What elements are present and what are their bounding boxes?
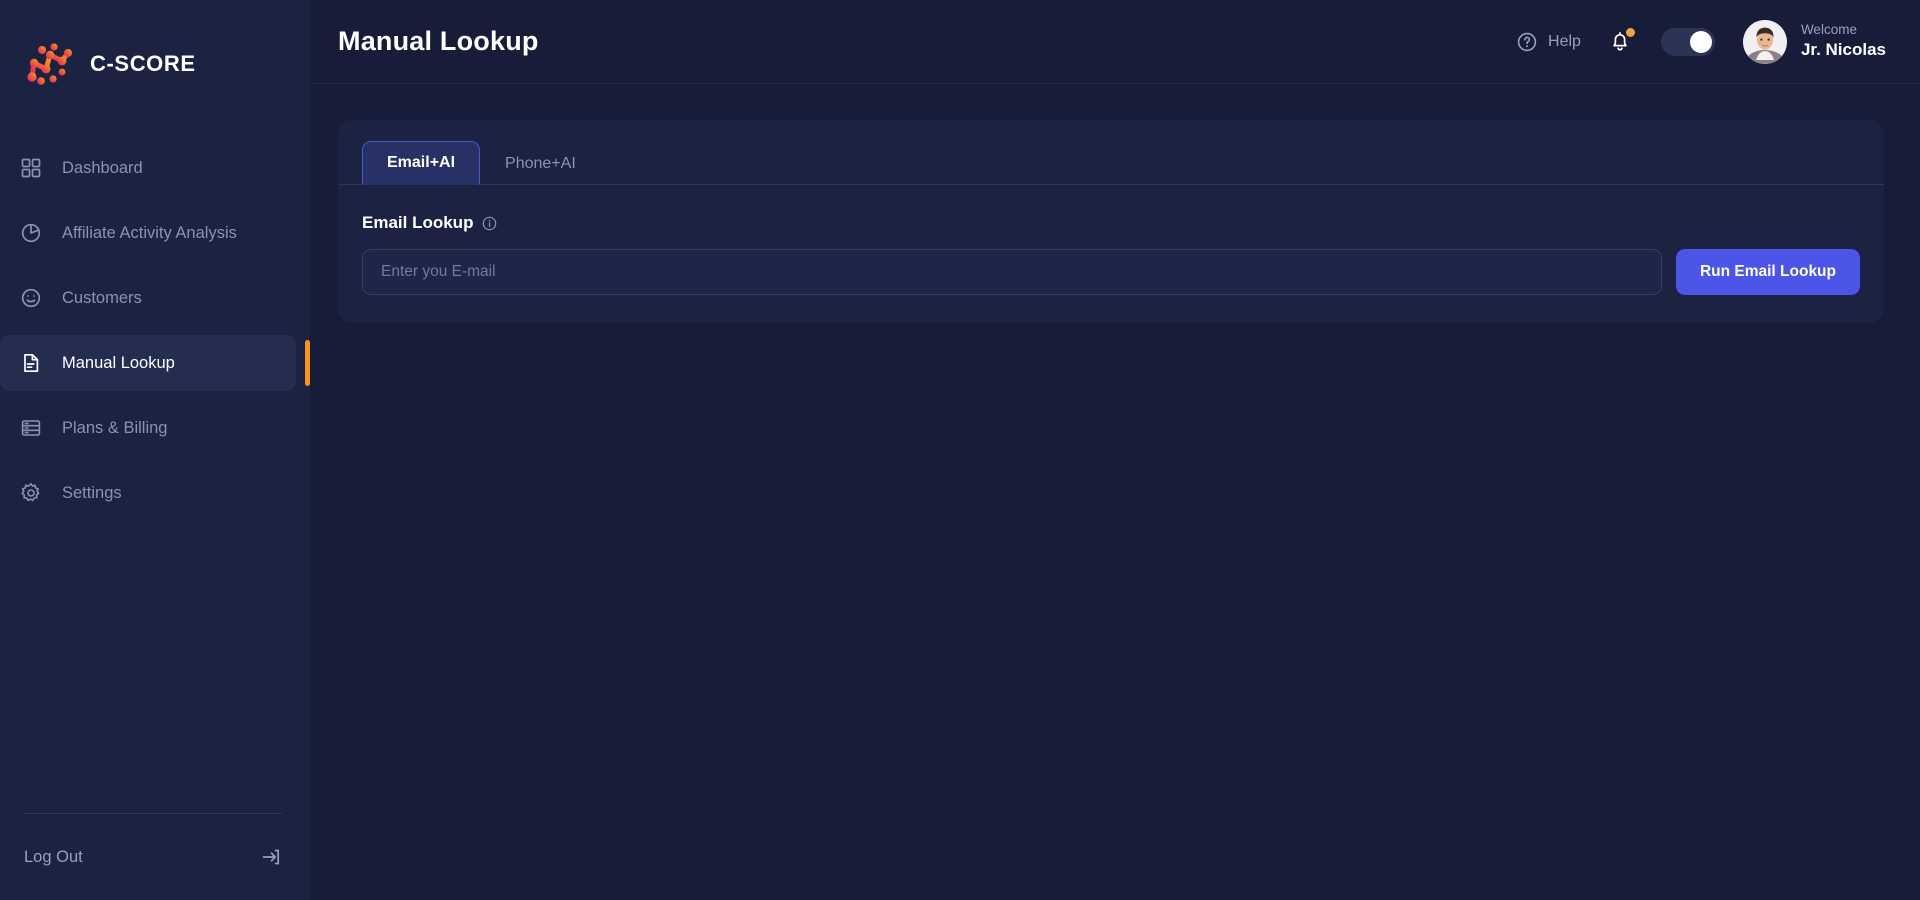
field-label-row: Email Lookup [338,185,1884,233]
notification-badge [1625,27,1635,37]
billing-card-icon [20,417,42,439]
sidebar-item-affiliate-activity-analysis[interactable]: Affiliate Activity Analysis [0,205,296,261]
brand[interactable]: C-SCORE [0,0,310,96]
sidebar-item-label: Affiliate Activity Analysis [62,223,237,242]
sidebar-item-label: Manual Lookup [62,353,175,372]
user-name: Jr. Nicolas [1800,40,1886,60]
gear-icon [20,482,42,504]
welcome-label: Welcome [1800,22,1857,38]
sidebar: C-SCORE Dashboard Affiliate Activity Ana… [0,0,310,900]
page-title: Manual Lookup [338,26,539,56]
info-circle-icon[interactable] [482,216,497,231]
sidebar-item-label: Customers [62,288,142,307]
help-label: Help [1548,32,1581,50]
logout-label: Log Out [24,847,83,866]
user-menu[interactable]: Welcome Jr. Nicolas [1742,19,1886,64]
sidebar-item-plans-and-billing[interactable]: Plans & Billing [0,400,296,456]
question-circle-icon [1516,31,1538,53]
content-area: Email+AI Phone+AI Email Lookup Enter you… [310,84,1920,900]
user-text: Welcome Jr. Nicolas [1801,22,1886,60]
notifications-button[interactable] [1609,27,1635,57]
logout-button[interactable]: Log Out [24,842,282,872]
network-nodes-logo-icon [24,41,76,87]
sidebar-item-label: Dashboard [62,158,143,177]
sidebar-item-label: Settings [62,483,122,502]
sidebar-item-dashboard[interactable]: Dashboard [0,140,296,196]
sidebar-item-customers[interactable]: Customers [0,270,296,326]
main-area: Manual Lookup Help Welcome Jr. Nicolas E… [310,0,1920,900]
lookup-card: Email+AI Phone+AI Email Lookup Enter you… [338,120,1884,323]
sidebar-item-label: Plans & Billing [62,418,168,437]
sidebar-footer: Log Out [0,813,310,872]
pie-chart-icon [20,222,42,244]
grid-icon [20,157,42,179]
sidebar-item-manual-lookup[interactable]: Manual Lookup [0,335,310,391]
topbar: Manual Lookup Help Welcome Jr. Nicolas [310,0,1920,84]
sidebar-divider [24,813,282,814]
tab-email-ai[interactable]: Email+AI [362,141,481,185]
sidebar-nav: Dashboard Affiliate Activity Analysis Cu… [0,140,310,530]
bell-icon [1609,31,1631,57]
email-input[interactable] [362,249,1662,295]
help-button[interactable]: Help [1516,31,1581,53]
document-icon [20,352,42,374]
tab-phone-ai[interactable]: Phone+AI [480,142,601,185]
app-root: C-SCORE Dashboard Affiliate Activity Ana… [0,0,1920,900]
run-email-lookup-button[interactable]: Run Email Lookup [1675,249,1860,295]
toggle-knob [1689,30,1712,53]
theme-toggle[interactable] [1660,27,1715,56]
sidebar-item-settings[interactable]: Settings [0,465,296,521]
lookup-tabs: Email+AI Phone+AI [338,120,1884,185]
logout-arrow-icon [260,846,282,868]
brand-name: C-SCORE [90,51,196,76]
avatar [1742,19,1787,64]
email-lookup-label: Email Lookup [362,213,474,232]
smiley-face-icon [20,287,42,309]
topbar-actions: Help Welcome Jr. Nicolas [1516,19,1886,64]
email-lookup-row: Run Email Lookup [338,233,1884,295]
